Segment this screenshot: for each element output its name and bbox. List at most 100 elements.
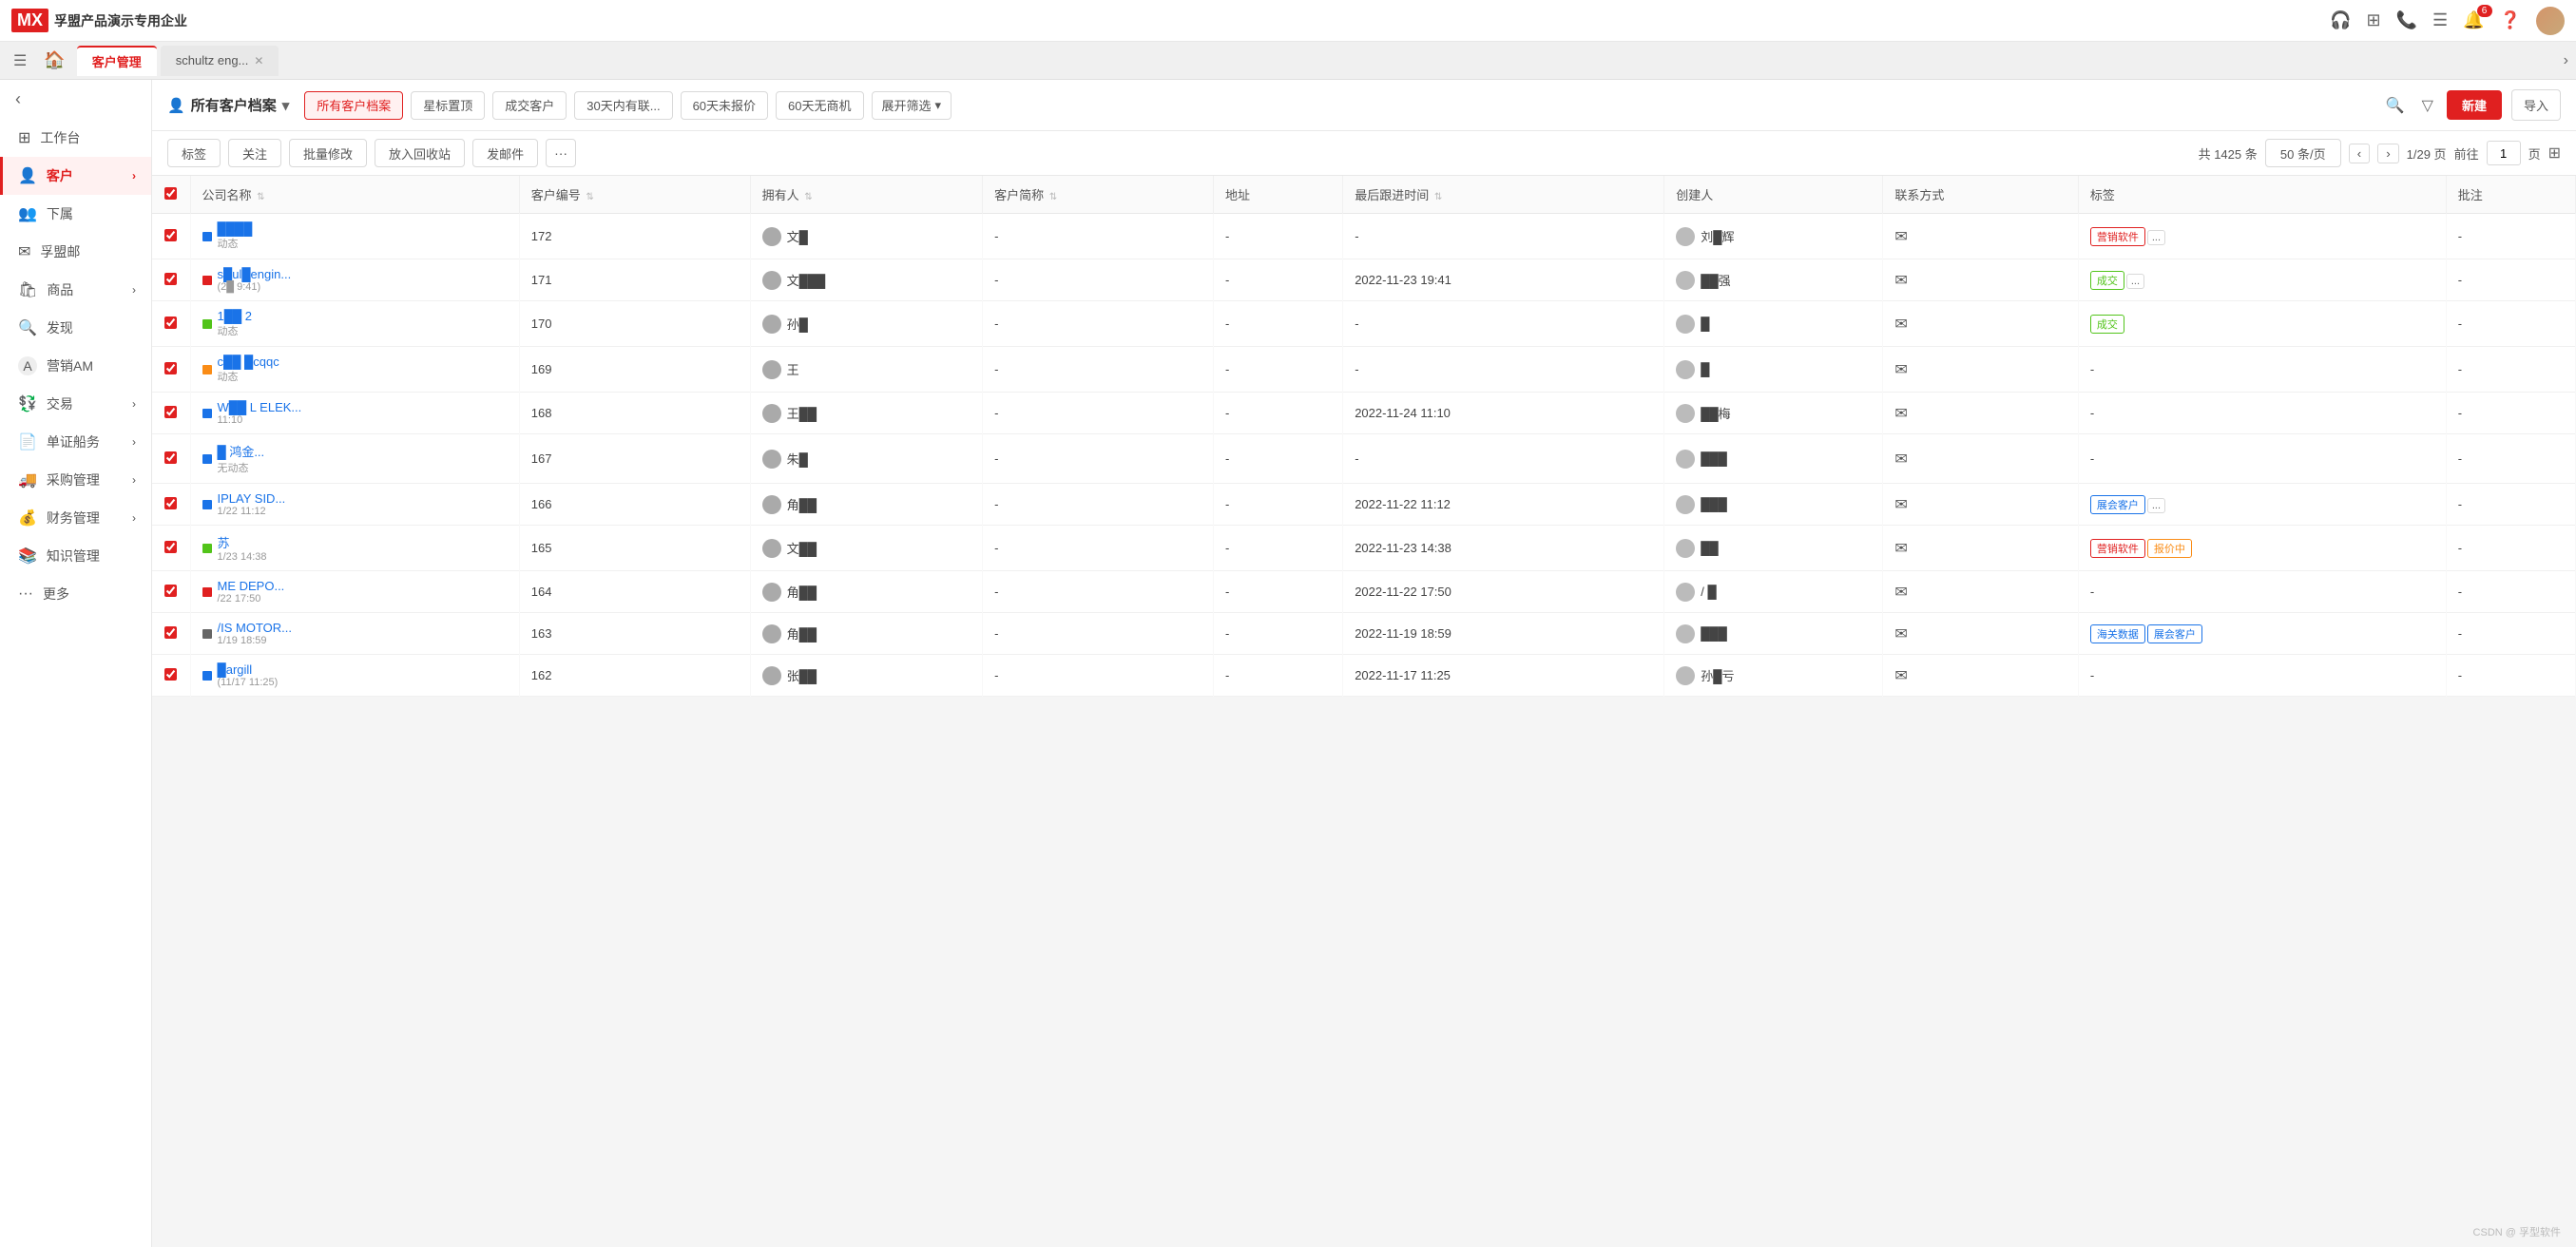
tag-营销软件-7[interactable]: 营销软件 (2090, 539, 2145, 558)
phone-icon[interactable]: 📞 (2396, 10, 2417, 30)
tag-...-6[interactable]: ... (2147, 498, 2165, 513)
next-page-btn[interactable]: › (2377, 144, 2398, 163)
sidebar-item-marketing[interactable]: A 营销AM (0, 347, 151, 385)
row-checkbox-8[interactable] (164, 585, 177, 597)
sidebar-item-more[interactable]: ··· 更多 (0, 575, 151, 613)
sidebar-item-knowledge[interactable]: 📚 知识管理 (0, 537, 151, 575)
sidebar-item-customer[interactable]: 👤 客户 › (0, 157, 151, 195)
batch-edit-btn[interactable]: 批量修改 (289, 139, 367, 167)
follow-btn[interactable]: 关注 (228, 139, 281, 167)
company-name-5[interactable]: █ 鸿金... (218, 442, 265, 460)
sidebar-toggle-btn[interactable]: ☰ (8, 48, 32, 74)
company-name-8[interactable]: ME DEPO... (218, 579, 285, 593)
tag-营销软件-0[interactable]: 营销软件 (2090, 227, 2145, 246)
sort-number-icon[interactable]: ⇅ (586, 192, 593, 202)
filter-noquote60-btn[interactable]: 60天无商机 (776, 91, 863, 120)
recycle-btn[interactable]: 放入回收站 (375, 139, 465, 167)
row-checkbox-2[interactable] (164, 317, 177, 329)
tag-成交-2[interactable]: 成交 (2090, 315, 2124, 334)
company-name-7[interactable]: 苏 (218, 533, 267, 551)
user-avatar[interactable] (2536, 7, 2565, 35)
contact-mail-icon-6[interactable]: ✉ (1894, 497, 1907, 513)
contact-mail-icon-7[interactable]: ✉ (1894, 541, 1907, 557)
sidebar-collapse-btn[interactable]: ‹ (0, 80, 151, 119)
contact-mail-icon-10[interactable]: ✉ (1894, 668, 1907, 684)
row-checkbox-1[interactable] (164, 273, 177, 285)
filter-icon-btn[interactable]: ▽ (2418, 92, 2437, 119)
filter-star-btn[interactable]: 星标置顶 (411, 91, 485, 120)
help-icon[interactable]: ❓ (2500, 10, 2521, 30)
contact-mail-icon-3[interactable]: ✉ (1894, 362, 1907, 378)
home-tab-btn[interactable]: 🏠 (36, 47, 72, 74)
company-name-1[interactable]: s█ul█engin... (218, 267, 292, 281)
per-page-select[interactable]: 50 条/页 (2265, 139, 2341, 167)
contact-mail-icon-0[interactable]: ✉ (1894, 229, 1907, 245)
send-email-btn[interactable]: 发邮件 (472, 139, 538, 167)
contact-mail-icon-4[interactable]: ✉ (1894, 406, 1907, 422)
tag-成交-1[interactable]: 成交 (2090, 271, 2124, 290)
grid-view-btn[interactable]: ⊞ (2548, 144, 2561, 163)
list-icon[interactable]: ☰ (2432, 10, 2448, 30)
tab-customer-management[interactable]: 客户管理 (77, 46, 157, 76)
row-checkbox-4[interactable] (164, 406, 177, 418)
search-btn[interactable]: 🔍 (2382, 92, 2409, 119)
company-name-9[interactable]: /IS MOTOR... (218, 621, 293, 635)
contact-mail-icon-1[interactable]: ✉ (1894, 273, 1907, 289)
row-checkbox-9[interactable] (164, 626, 177, 639)
contact-mail-icon-9[interactable]: ✉ (1894, 626, 1907, 643)
header-checkbox[interactable] (164, 187, 177, 200)
company-name-6[interactable]: IPLAY SID... (218, 491, 286, 506)
contact-mail-icon-2[interactable]: ✉ (1894, 317, 1907, 333)
sidebar-item-document[interactable]: 📄 单证船务 › (0, 423, 151, 461)
sidebar-item-product[interactable]: 🛍 商品 › (0, 271, 151, 309)
tag-...-0[interactable]: ... (2147, 230, 2165, 245)
sidebar-item-purchase[interactable]: 🚚 采购管理 › (0, 461, 151, 499)
more-actions-btn[interactable]: ··· (546, 139, 576, 167)
sort-last-contact-icon[interactable]: ⇅ (1434, 192, 1442, 202)
tag-btn[interactable]: 标签 (167, 139, 221, 167)
row-checkbox-0[interactable] (164, 229, 177, 241)
tag-报价中-7[interactable]: 报价中 (2147, 539, 2192, 558)
company-name-10[interactable]: █argill (218, 662, 279, 677)
tag-...-1[interactable]: ... (2126, 274, 2144, 289)
sort-owner-icon[interactable]: ⇅ (804, 192, 812, 202)
tag-海关数据-9[interactable]: 海关数据 (2090, 624, 2145, 643)
import-btn[interactable]: 导入 (2511, 89, 2561, 121)
company-name-2[interactable]: 1██ 2 (218, 309, 253, 323)
tab-schultz[interactable]: schultz eng... ✕ (161, 46, 279, 76)
company-name-0[interactable]: ████ (218, 221, 253, 236)
filter-price60-btn[interactable]: 60天未报价 (681, 91, 768, 120)
apps-icon[interactable]: ⊞ (2367, 10, 2381, 30)
tab-nav-right-icon[interactable]: › (2564, 52, 2568, 69)
headset-icon[interactable]: 🎧 (2330, 10, 2351, 30)
contact-mail-icon-5[interactable]: ✉ (1894, 451, 1907, 468)
sidebar-item-workbench[interactable]: ⊞ 工作台 (0, 119, 151, 157)
company-name-4[interactable]: W██ L ELEK... (218, 400, 302, 414)
new-btn[interactable]: 新建 (2447, 90, 2502, 120)
contact-mail-icon-8[interactable]: ✉ (1894, 585, 1907, 601)
sidebar-item-mail[interactable]: ✉ 孚盟邮 (0, 233, 151, 271)
sort-company-icon[interactable]: ⇅ (257, 192, 264, 202)
tag-展会客户-6[interactable]: 展会客户 (2090, 495, 2145, 514)
company-name-3[interactable]: c██ █cqqc (218, 355, 279, 369)
row-checkbox-10[interactable] (164, 668, 177, 681)
filter-contact30-btn[interactable]: 30天内有联... (574, 91, 672, 120)
tab-close-icon[interactable]: ✕ (254, 54, 263, 67)
expand-filter-btn[interactable]: 展开筛选 ▾ (872, 91, 952, 120)
sidebar-item-trade[interactable]: 💱 交易 › (0, 385, 151, 423)
page-number-input[interactable] (2487, 141, 2521, 165)
row-checkbox-6[interactable] (164, 497, 177, 509)
row-checkbox-5[interactable] (164, 451, 177, 464)
row-checkbox-3[interactable] (164, 362, 177, 374)
sidebar-item-subordinate[interactable]: 👥 下属 (0, 195, 151, 233)
bell-icon[interactable]: 🔔 6 (2463, 10, 2484, 30)
filter-closed-btn[interactable]: 成交客户 (492, 91, 567, 120)
sidebar-item-finance[interactable]: 💰 财务管理 › (0, 499, 151, 537)
title-dropdown-icon[interactable]: ▾ (282, 97, 290, 114)
filter-all-btn[interactable]: 所有客户档案 (304, 91, 403, 120)
prev-page-btn[interactable]: ‹ (2349, 144, 2370, 163)
sort-short-name-icon[interactable]: ⇅ (1049, 192, 1057, 202)
sidebar-item-discover[interactable]: 🔍 发现 (0, 309, 151, 347)
row-checkbox-7[interactable] (164, 541, 177, 553)
tag-展会客户-9[interactable]: 展会客户 (2147, 624, 2202, 643)
